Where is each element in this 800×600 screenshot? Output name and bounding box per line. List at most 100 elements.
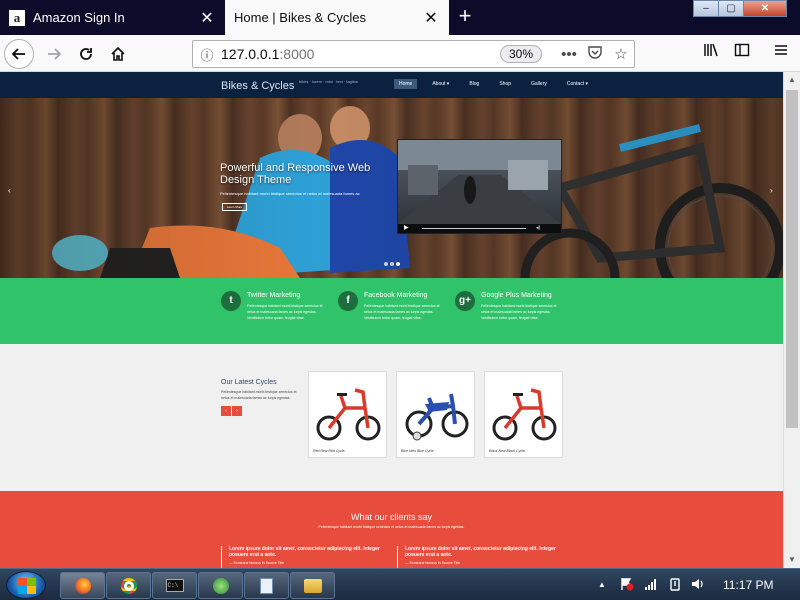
play-icon[interactable]: ▶ bbox=[404, 225, 409, 232]
google-plus-icon[interactable]: g+ bbox=[455, 291, 475, 311]
url-text[interactable]: 127.0.0.1:8000 bbox=[221, 46, 500, 62]
product-caption: Blue New Blue Cycle. bbox=[401, 449, 435, 453]
quote-author: — Someone famous in Source Title bbox=[405, 561, 461, 565]
twitter-icon[interactable]: t bbox=[221, 291, 241, 311]
slider-dots bbox=[384, 262, 402, 266]
zoom-level-badge[interactable]: 30% bbox=[499, 45, 542, 63]
quote-text: Lorem ipsum dolor sit amet, consectetur … bbox=[229, 546, 380, 558]
network-icon[interactable] bbox=[644, 577, 658, 594]
hero-slider: Powerful and Responsive Web Design Theme… bbox=[0, 98, 783, 278]
section-subtitle: Pellentesque habitant morbi tristique se… bbox=[318, 525, 465, 529]
feature-text: Pellentesque habitant morbi tristique se… bbox=[481, 304, 557, 320]
tab-label: Amazon Sign In bbox=[33, 10, 125, 25]
windows-logo-icon bbox=[18, 578, 36, 594]
taskbar-notepad[interactable] bbox=[244, 572, 289, 599]
info-icon[interactable]: ⓘ bbox=[193, 45, 221, 64]
product-caption: Black New Black Cycle. bbox=[489, 449, 526, 453]
product-card[interactable]: Black New Black Cycle. bbox=[484, 371, 563, 458]
menu-item-home[interactable]: Home bbox=[394, 79, 418, 89]
slider-prev-arrow[interactable]: ‹ bbox=[8, 186, 11, 195]
video-frame-image bbox=[398, 140, 561, 224]
menu-item-contact[interactable]: Contact ▾ bbox=[562, 79, 593, 89]
terminal-icon: C:\ bbox=[165, 579, 184, 592]
page-scrollbar[interactable]: ▲ ▼ bbox=[783, 72, 800, 568]
amazon-icon: a bbox=[9, 9, 25, 26]
video-controls: ▶ ◂) bbox=[398, 224, 561, 233]
taskbar-explorer[interactable] bbox=[290, 572, 335, 599]
testimonials-section: What our clients say Pellentesque habita… bbox=[0, 491, 783, 568]
hero-title: Powerful and Responsive Web Design Theme bbox=[220, 162, 371, 186]
feature-text: Pellentesque habitant morbi tristique se… bbox=[247, 304, 323, 320]
volume-icon[interactable] bbox=[691, 577, 705, 594]
minimize-button[interactable]: – bbox=[693, 0, 719, 17]
flag-icon[interactable] bbox=[620, 577, 634, 594]
taskbar-app[interactable] bbox=[198, 572, 243, 599]
slider-dot[interactable] bbox=[384, 262, 388, 266]
product-card[interactable]: Red New Red Cycle. bbox=[308, 371, 387, 458]
hero-learn-more-button[interactable]: Learn More bbox=[222, 203, 247, 211]
windows-taskbar: C:\ ▲ 11:17 PM bbox=[0, 568, 800, 600]
red-bike-image bbox=[316, 388, 381, 441]
forward-button[interactable] bbox=[39, 39, 69, 69]
home-button[interactable] bbox=[103, 39, 133, 69]
menu-item-blog[interactable]: Blog bbox=[464, 79, 484, 89]
section-title: Our Latest Cycles bbox=[221, 379, 277, 386]
show-hidden-icons-arrow[interactable]: ▲ bbox=[598, 580, 606, 589]
start-button[interactable] bbox=[6, 571, 46, 599]
close-tab-icon[interactable]: ✕ bbox=[195, 8, 219, 28]
reload-icon bbox=[80, 48, 92, 60]
video-progress-bar[interactable] bbox=[422, 228, 526, 229]
slider-next-arrow[interactable]: › bbox=[770, 186, 773, 195]
menu-item-shop[interactable]: Shop bbox=[494, 79, 516, 89]
new-tab-button[interactable]: + bbox=[452, 4, 478, 30]
feature-title: Facebook Marketing bbox=[364, 292, 428, 299]
power-icon[interactable] bbox=[668, 577, 682, 594]
carousel-prev-button[interactable]: ‹ bbox=[221, 406, 231, 416]
pocket-icon[interactable] bbox=[582, 45, 608, 63]
quote-text: Lorem ipsum dolor sit amet, consectetur … bbox=[405, 546, 556, 558]
taskbar-chrome[interactable] bbox=[106, 572, 151, 599]
slider-dot[interactable] bbox=[390, 262, 394, 266]
hero-video-player[interactable]: ▶ ◂) bbox=[397, 139, 562, 234]
site-header: Bikes & Cycles bikes · lorem · mini · te… bbox=[0, 72, 783, 98]
reload-button[interactable] bbox=[71, 39, 101, 69]
section-title: What our clients say bbox=[350, 512, 433, 522]
back-button[interactable] bbox=[4, 39, 34, 69]
product-card[interactable]: Blue New Blue Cycle. bbox=[396, 371, 475, 458]
facebook-icon[interactable]: f bbox=[338, 291, 358, 311]
close-window-button[interactable]: ✕ bbox=[743, 0, 787, 17]
blue-bike-image bbox=[405, 393, 469, 441]
taskbar-firefox[interactable] bbox=[60, 572, 105, 599]
sidebar-icon[interactable] bbox=[729, 41, 755, 67]
web-page-viewport: Bikes & Cycles bikes · lorem · mini · te… bbox=[0, 72, 783, 568]
menu-item-gallery[interactable]: Gallery bbox=[526, 79, 552, 89]
slider-dot-active[interactable] bbox=[396, 262, 400, 266]
scrollbar-thumb[interactable] bbox=[786, 90, 798, 428]
page-actions-icon[interactable]: ••• bbox=[556, 46, 582, 63]
site-brand[interactable]: Bikes & Cycles bbox=[221, 80, 294, 92]
home-icon bbox=[111, 46, 125, 61]
notepad-icon bbox=[260, 577, 273, 594]
address-bar[interactable]: ⓘ 127.0.0.1:8000 30% ••• ☆ bbox=[192, 40, 635, 68]
close-tab-icon[interactable]: ✕ bbox=[419, 8, 443, 28]
volume-icon[interactable]: ◂) bbox=[536, 225, 540, 231]
scroll-down-arrow[interactable]: ▼ bbox=[784, 552, 800, 568]
scroll-up-arrow[interactable]: ▲ bbox=[784, 72, 800, 88]
library-icon[interactable] bbox=[698, 41, 724, 67]
arrow-right-icon bbox=[48, 48, 62, 60]
menu-item-about[interactable]: About ▾ bbox=[427, 79, 454, 89]
browser-toolbar: ⓘ 127.0.0.1:8000 30% ••• ☆ bbox=[0, 35, 800, 72]
taskbar-clock[interactable]: 11:17 PM bbox=[723, 578, 773, 592]
carousel-next-button[interactable]: › bbox=[232, 406, 242, 416]
app-icon bbox=[212, 577, 229, 594]
hero-subtitle: Pellentesque habitant morbi tristique se… bbox=[220, 191, 360, 196]
restore-button[interactable]: ▢ bbox=[718, 0, 744, 17]
tab-amazon-sign-in[interactable]: a Amazon Sign In ✕ bbox=[0, 0, 225, 35]
quote-author: — Someone famous in Source Title bbox=[229, 561, 285, 565]
taskbar-terminal[interactable]: C:\ bbox=[152, 572, 197, 599]
menu-hamburger-icon[interactable] bbox=[768, 41, 794, 67]
bookmark-star-icon[interactable]: ☆ bbox=[608, 45, 634, 63]
tab-home-bikes-cycles[interactable]: Home | Bikes & Cycles ✕ bbox=[225, 0, 449, 35]
features-section: t Twitter Marketing Pellentesque habitan… bbox=[0, 278, 783, 344]
chrome-icon bbox=[120, 577, 137, 594]
